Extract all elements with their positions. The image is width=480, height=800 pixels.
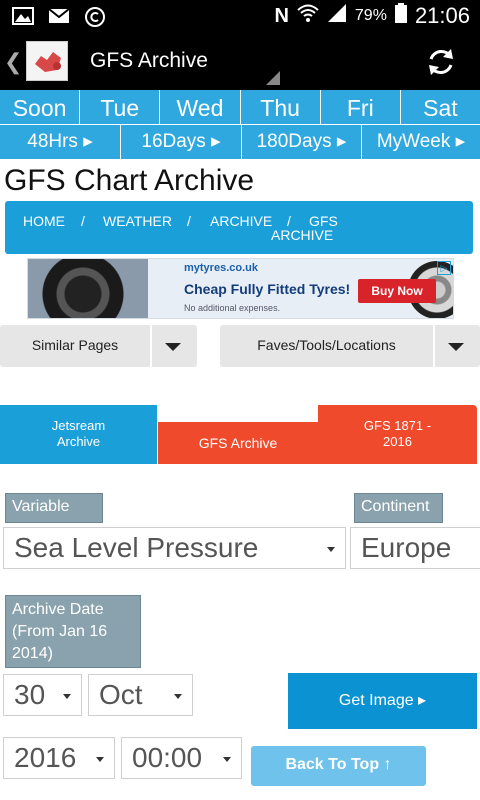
back-chevron-icon[interactable]: ❮: [4, 49, 22, 75]
tab-thu[interactable]: Thu: [241, 90, 321, 124]
tab-gfs-archive[interactable]: GFS Archive: [158, 422, 318, 464]
breadcrumb-separator: /: [81, 213, 85, 229]
tab-gfs-1871-line1: GFS 1871 -: [363, 418, 432, 433]
chevron-down-icon: [63, 694, 71, 699]
archive-date-line2: (From Jan 16: [12, 623, 108, 640]
ad-site: mytyres.co.uk: [184, 262, 258, 274]
archive-date-label: Archive Date (From Jan 16 2014): [5, 595, 141, 668]
archive-date-line3: 2014): [12, 645, 53, 662]
app-title: GFS Archive: [90, 49, 208, 72]
breadcrumb-home[interactable]: HOME: [23, 213, 65, 229]
ad-buy-now-button[interactable]: Buy Now: [358, 279, 436, 303]
gallery-icon: [12, 6, 34, 26]
chevron-down-icon: [165, 343, 181, 351]
signal-icon: [327, 3, 347, 29]
similar-pages-label: Similar Pages: [31, 337, 119, 353]
tab-wed[interactable]: Wed: [160, 90, 241, 124]
tab-jetstream-line1: Jetsream: [51, 418, 106, 433]
tab-myweek[interactable]: MyWeek ▸: [362, 125, 480, 159]
time-select[interactable]: 00:00: [121, 737, 242, 779]
tab-gfs-1871-line2: 2016: [383, 434, 412, 449]
day-select[interactable]: 30: [3, 674, 82, 716]
chevron-down-icon: [327, 547, 335, 552]
tab-180days[interactable]: 180Days ▸: [242, 125, 362, 159]
nfc-icon: N: [274, 4, 289, 27]
get-image-button[interactable]: Get Image ▸: [288, 673, 477, 729]
copyright-icon: [84, 6, 106, 27]
variable-select-value: Sea Level Pressure: [14, 532, 259, 563]
breadcrumb: HOME / WEATHER / ARCHIVE / GFS ARCHIVE: [5, 201, 473, 254]
time-select-value: 00:00: [132, 742, 203, 773]
year-select-value: 2016: [14, 742, 77, 773]
breadcrumb-weather[interactable]: WEATHER: [103, 213, 172, 229]
similar-pages-dropdown[interactable]: Similar Pages: [0, 325, 197, 367]
archive-date-line1: Archive Date: [12, 601, 104, 618]
range-tabs: 48Hrs ▸ 16Days ▸ 180Days ▸ MyWeek ▸: [0, 124, 480, 159]
chevron-down-icon: [96, 757, 104, 762]
tab-fri[interactable]: Fri: [321, 90, 401, 124]
refresh-icon[interactable]: [424, 45, 458, 79]
breadcrumb-separator: /: [187, 213, 191, 229]
status-bar: N 79% 21:06: [0, 0, 480, 33]
page-title: GFS Chart Archive: [4, 164, 255, 197]
ad-subline: No additional expenses.: [184, 303, 281, 313]
continent-select[interactable]: Europe: [350, 527, 480, 569]
tab-16days[interactable]: 16Days ▸: [121, 125, 242, 159]
tab-jetstream-archive[interactable]: Jetsream Archive: [0, 405, 157, 464]
wifi-icon: [297, 3, 319, 29]
tab-sat[interactable]: Sat: [401, 90, 480, 124]
variable-label: Variable: [5, 493, 103, 523]
day-tabs: Soon Tue Wed Thu Fri Sat: [0, 90, 480, 124]
year-select[interactable]: 2016: [3, 737, 115, 779]
battery-percent: 79%: [354, 7, 387, 24]
overflow-indicator-icon: [266, 71, 280, 85]
continent-select-value: Europe: [361, 532, 452, 563]
ad-choices-icon[interactable]: ▷: [437, 261, 451, 275]
faves-tools-dropdown[interactable]: Faves/Tools/Locations: [220, 325, 480, 367]
back-to-top-button[interactable]: Back To Top ↑: [251, 746, 426, 786]
chevron-down-icon: [174, 694, 182, 699]
tab-jetstream-line2: Archive: [56, 434, 101, 449]
app-bar: ❮ GFS Archive: [0, 33, 480, 90]
faves-tools-label: Faves/Tools/Locations: [257, 337, 396, 353]
ad-banner[interactable]: mytyres.co.uk Cheap Fully Fitted Tyres! …: [27, 258, 454, 319]
variable-select[interactable]: Sea Level Pressure: [3, 527, 346, 569]
breadcrumb-archive[interactable]: ARCHIVE: [210, 213, 272, 229]
app-logo[interactable]: [26, 41, 68, 81]
tab-48hrs[interactable]: 48Hrs ▸: [0, 125, 121, 159]
breadcrumb-gfs-archive: ARCHIVE: [271, 227, 334, 243]
tab-tue[interactable]: Tue: [80, 90, 161, 124]
tyre-image: [28, 259, 148, 318]
chevron-down-icon: [448, 343, 464, 351]
tab-soon[interactable]: Soon: [0, 90, 81, 124]
clock-time: 21:06: [414, 3, 470, 28]
chevron-down-icon: [223, 757, 231, 762]
month-select-value: Oct: [99, 679, 143, 710]
day-select-value: 30: [14, 679, 46, 710]
battery-icon: [394, 3, 407, 29]
tab-gfs-1871-2016[interactable]: GFS 1871 - 2016: [318, 405, 477, 464]
month-select[interactable]: Oct: [88, 674, 193, 716]
continent-label: Continent: [354, 493, 443, 523]
ad-headline: Cheap Fully Fitted Tyres!: [184, 281, 351, 297]
gmail-icon: [48, 6, 70, 26]
